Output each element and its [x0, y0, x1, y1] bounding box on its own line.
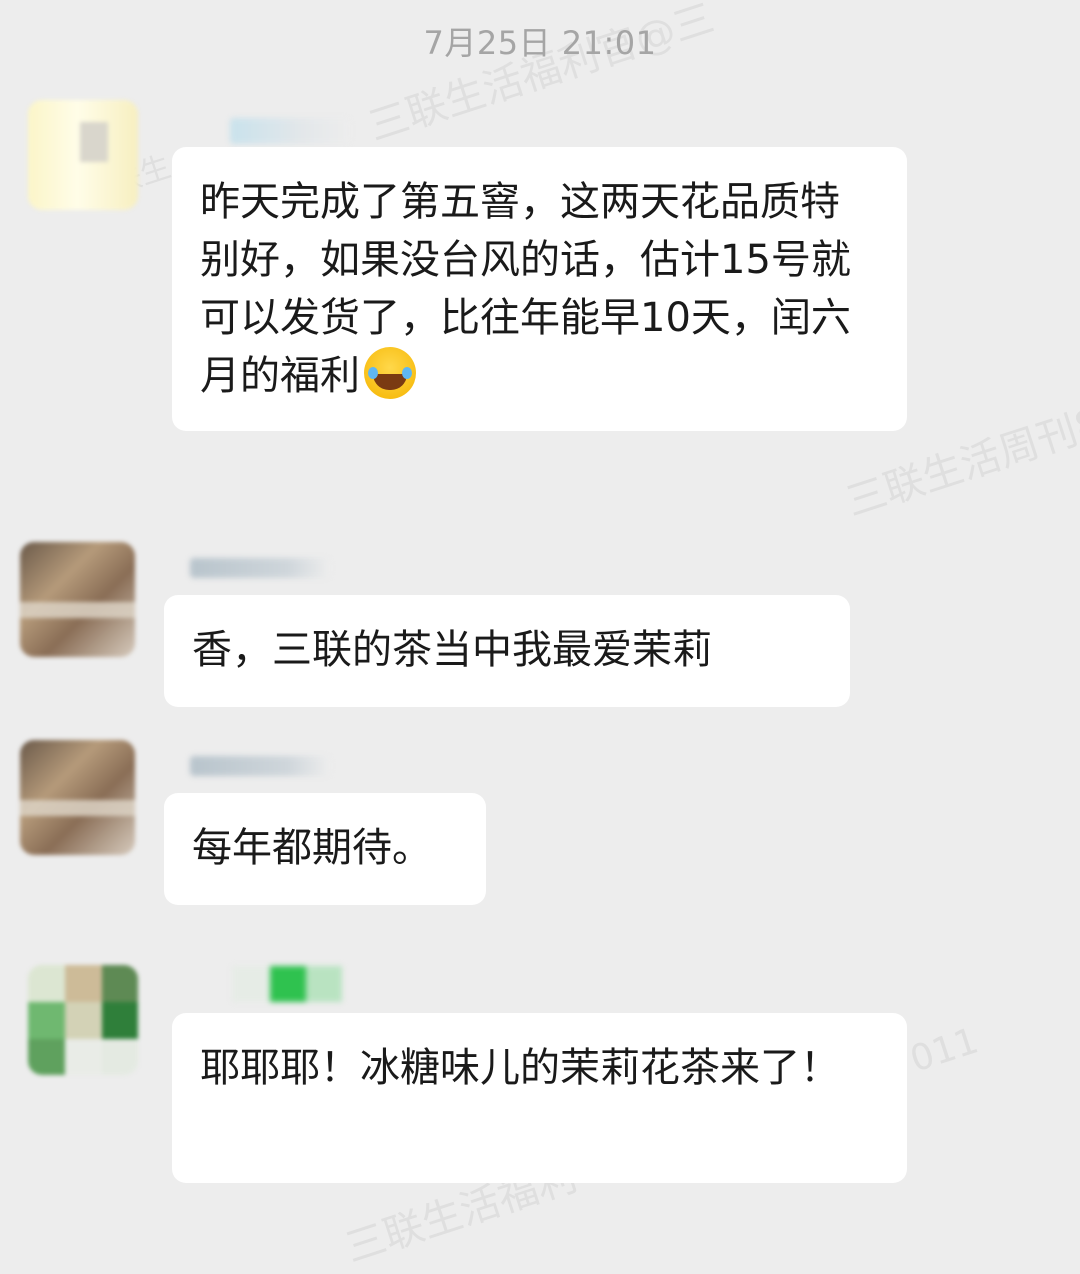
- avatar-pixel: [65, 1002, 102, 1039]
- name-pixel: [232, 966, 270, 1002]
- avatar-pixel: [102, 965, 138, 1002]
- message-text: 每年都期待。: [192, 825, 432, 871]
- message-text: 昨天完成了第五窨，这两天花品质特别好，如果没台风的话，估计15号就可以发货了，比…: [200, 179, 851, 399]
- avatar-pixel: [28, 1002, 65, 1039]
- avatar[interactable]: [20, 740, 135, 855]
- message-bubble[interactable]: 耶耶耶！冰糖味儿的茉莉花茶来了！: [172, 1013, 907, 1183]
- message-text: 香，三联的茶当中我最爱茉莉: [192, 627, 712, 673]
- sender-name-blurred: [190, 558, 330, 578]
- avatar-pixel: [80, 122, 108, 162]
- name-pixel: [306, 966, 342, 1002]
- name-pixel: [270, 966, 306, 1002]
- avatar-pixel: [28, 965, 65, 1002]
- avatar[interactable]: [20, 542, 135, 657]
- message-bubble[interactable]: 昨天完成了第五窨，这两天花品质特别好，如果没台风的话，估计15号就可以发货了，比…: [172, 147, 907, 431]
- avatar[interactable]: [28, 965, 138, 1075]
- message-text: 耶耶耶！冰糖味儿的茉莉花茶来了！: [200, 1045, 840, 1091]
- message-bubble[interactable]: 香，三联的茶当中我最爱茉莉: [164, 595, 850, 707]
- face-with-tears-of-joy-icon: [364, 347, 416, 399]
- avatar[interactable]: [28, 100, 138, 210]
- avatar-pixel: [20, 800, 135, 816]
- avatar-pixel: [65, 1039, 102, 1075]
- avatar-pixel: [102, 1002, 138, 1039]
- message-timestamp: 7月25日 21:01: [423, 24, 657, 62]
- chat-view[interactable]: 三联生活福利官@三 三联生活周刊8 三联生活福利 联生 011 7月25日 21…: [0, 0, 1080, 1272]
- avatar-pixel: [65, 965, 102, 1002]
- sender-name-blurred: [230, 118, 350, 144]
- sender-name-blurred: [190, 756, 330, 776]
- avatar-pixel: [20, 602, 135, 618]
- watermark: 011: [905, 1020, 984, 1081]
- avatar-pixel: [102, 1039, 138, 1075]
- avatar-pixel: [28, 1039, 65, 1075]
- message-bubble[interactable]: 每年都期待。: [164, 793, 486, 905]
- sender-name-blurred: [232, 966, 342, 1002]
